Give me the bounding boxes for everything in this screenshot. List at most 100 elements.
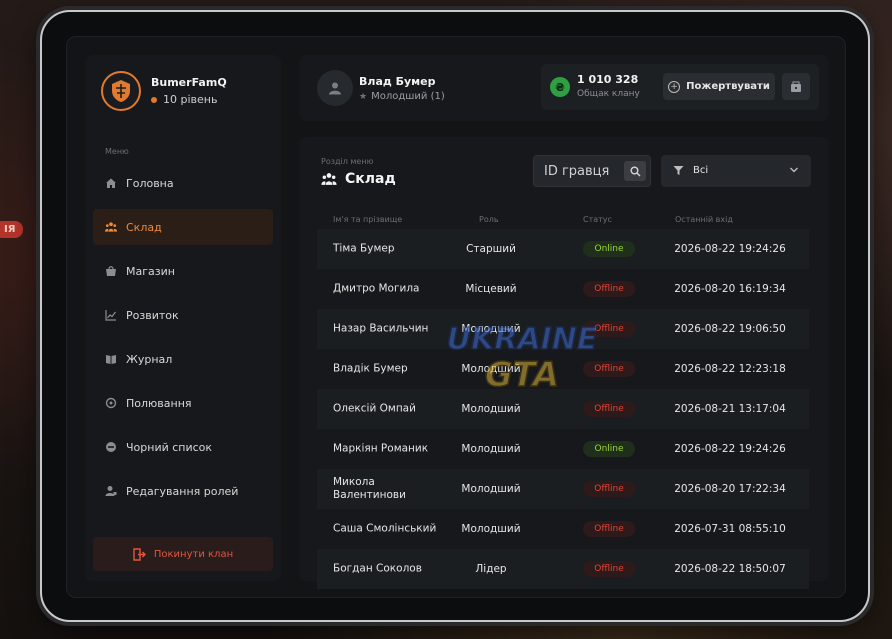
member-name: Владік Бумер	[333, 362, 408, 375]
top-bar: Влад Бумер ★ Молодший (1) ₴ 1 010 328 Об…	[299, 55, 829, 121]
user-role: ★ Молодший (1)	[359, 91, 445, 102]
member-name: Саша Смолінський	[333, 522, 437, 535]
search-icon	[630, 166, 640, 176]
chevron-down-icon	[789, 165, 799, 175]
sidebar-item-label: Склад	[126, 220, 162, 234]
sidebar-item-label: Журнал	[126, 352, 173, 366]
header-name: Ім'я та прізвище	[333, 215, 403, 224]
member-name: Маркіян Романик	[333, 442, 429, 455]
table-row[interactable]: Богдан Соколов Лідер Offline 2026-08-22 18:…	[317, 549, 809, 589]
target-icon	[105, 397, 117, 409]
sidebar-item-role-editing[interactable]: Редагування ролей	[93, 473, 273, 509]
table-row[interactable]: Дмитро Могила Місцевий Offline 2026-08-20 1…	[317, 269, 809, 309]
table-header: Ім'я та прізвище Роль Статус Останній вх…	[317, 213, 809, 229]
last-login: 2026-08-22 18:50:07	[674, 563, 786, 575]
table-body: Тіма Бумер Старший Online 2026-08-22 19:24:…	[317, 229, 809, 589]
shield-logo-icon	[112, 80, 130, 102]
table-row[interactable]: Саша Смолінський Молодший Offline 2026-07-3…	[317, 509, 809, 549]
member-role: Місцевий	[465, 283, 517, 295]
side-tag: ІЯ	[0, 221, 24, 238]
members-panel: Розділ меню Склад Всі	[299, 137, 829, 589]
user-role-text: Молодший (1)	[371, 91, 445, 102]
last-login: 2026-08-22 19:24:26	[674, 443, 786, 455]
table-row[interactable]: Назар Васильчин Молодший Offline 2026-08-22…	[317, 309, 809, 349]
clan-profile: BumerFamQ 10 рівень	[101, 71, 227, 111]
member-name: Назар Васильчин	[333, 322, 429, 335]
table-row[interactable]: Владік Бумер Молодший Offline 2026-08-22 12…	[317, 349, 809, 389]
header-last-login: Останній вхід	[675, 215, 733, 224]
sidebar-item-home[interactable]: Головна	[93, 165, 273, 201]
sidebar-item-label: Магазин	[126, 264, 175, 278]
member-name: Микола Валентинови	[333, 476, 406, 501]
people-icon	[105, 221, 117, 233]
last-login: 2026-08-22 19:06:50	[674, 323, 786, 335]
member-role: Старший	[466, 243, 516, 255]
block-icon	[105, 441, 117, 453]
leave-clan-label: Покинути клан	[153, 548, 234, 560]
member-role: Молодший	[461, 523, 521, 535]
status-badge: Offline	[583, 321, 635, 337]
sidebar-menu: Головна Склад Магазин Розвиток Журнал По…	[93, 165, 273, 517]
coin-icon: ₴	[550, 77, 570, 97]
sidebar-item-label: Головна	[126, 176, 174, 190]
user-name: Влад Бумер	[359, 75, 436, 88]
status-badge: Offline	[583, 481, 635, 497]
donate-label: Пожертвувати	[686, 81, 770, 92]
exit-icon	[133, 547, 146, 561]
table-row[interactable]: Олексій Омпай Молодший Offline 2026-08-21 1…	[317, 389, 809, 429]
last-login: 2026-08-20 17:22:34	[674, 483, 786, 495]
status-badge: Online	[583, 241, 635, 257]
wallet-icon	[791, 81, 801, 92]
header-status: Статус	[583, 215, 612, 224]
sidebar-item-journal[interactable]: Журнал	[93, 341, 273, 377]
member-role: Лідер	[475, 563, 507, 575]
wallet-button[interactable]	[782, 73, 810, 100]
header-role: Роль	[479, 215, 499, 224]
section-caption: Розділ меню	[321, 157, 374, 166]
filter-value: Всі	[693, 165, 709, 176]
last-login: 2026-07-31 08:55:10	[674, 523, 786, 535]
status-badge: Offline	[583, 281, 635, 297]
member-role: Молодший	[461, 443, 521, 455]
member-name: Тіма Бумер	[333, 242, 395, 255]
clan-avatar	[101, 71, 141, 111]
leave-clan-button[interactable]: Покинути клан	[93, 537, 273, 571]
member-name: Богдан Соколов	[333, 562, 422, 575]
tablet-frame: BumerFamQ 10 рівень Меню Головна Склад М…	[40, 10, 870, 622]
sidebar-item-development[interactable]: Розвиток	[93, 297, 273, 333]
clan-level: 10 рівень	[151, 93, 227, 106]
search-box	[533, 155, 651, 187]
status-badge: Online	[583, 441, 635, 457]
table-row[interactable]: Маркіян Романик Молодший Online 2026-08-22 …	[317, 429, 809, 469]
page-title-text: Склад	[345, 171, 396, 187]
sidebar-item-shop[interactable]: Магазин	[93, 253, 273, 289]
status-badge: Offline	[583, 361, 635, 377]
donate-button[interactable]: + Пожертвувати	[663, 73, 775, 100]
member-role: Молодший	[461, 403, 521, 415]
table-row[interactable]: Микола Валентинови Молодший Offline 2026-08…	[317, 469, 809, 509]
clan-bank: ₴ 1 010 328 Общак клану + Пожертвувати	[541, 64, 819, 110]
sidebar: BumerFamQ 10 рівень Меню Головна Склад М…	[85, 55, 281, 581]
search-input[interactable]	[534, 156, 624, 186]
sidebar-item-hunting[interactable]: Полювання	[93, 385, 273, 421]
chart-icon	[105, 309, 117, 321]
sidebar-item-label: Редагування ролей	[126, 484, 239, 498]
last-login: 2026-08-20 16:19:34	[674, 283, 786, 295]
last-login: 2026-08-22 19:24:26	[674, 243, 786, 255]
star-icon: ★	[359, 91, 368, 102]
search-button[interactable]	[624, 161, 646, 181]
member-role: Молодший	[461, 483, 521, 495]
status-badge: Offline	[583, 401, 635, 417]
user-icon	[329, 82, 341, 95]
filter-icon	[673, 165, 684, 176]
sidebar-item-warehouse[interactable]: Склад	[93, 209, 273, 245]
member-role: Молодший	[461, 363, 521, 375]
member-name: Дмитро Могила	[333, 282, 420, 295]
last-login: 2026-08-21 13:17:04	[674, 403, 786, 415]
status-filter-select[interactable]: Всі	[661, 155, 811, 187]
bank-amount: 1 010 328	[577, 73, 639, 86]
table-row[interactable]: Тіма Бумер Старший Online 2026-08-22 19:24:…	[317, 229, 809, 269]
sidebar-item-blacklist[interactable]: Чорний список	[93, 429, 273, 465]
people-icon	[321, 172, 337, 186]
status-badge: Offline	[583, 521, 635, 537]
